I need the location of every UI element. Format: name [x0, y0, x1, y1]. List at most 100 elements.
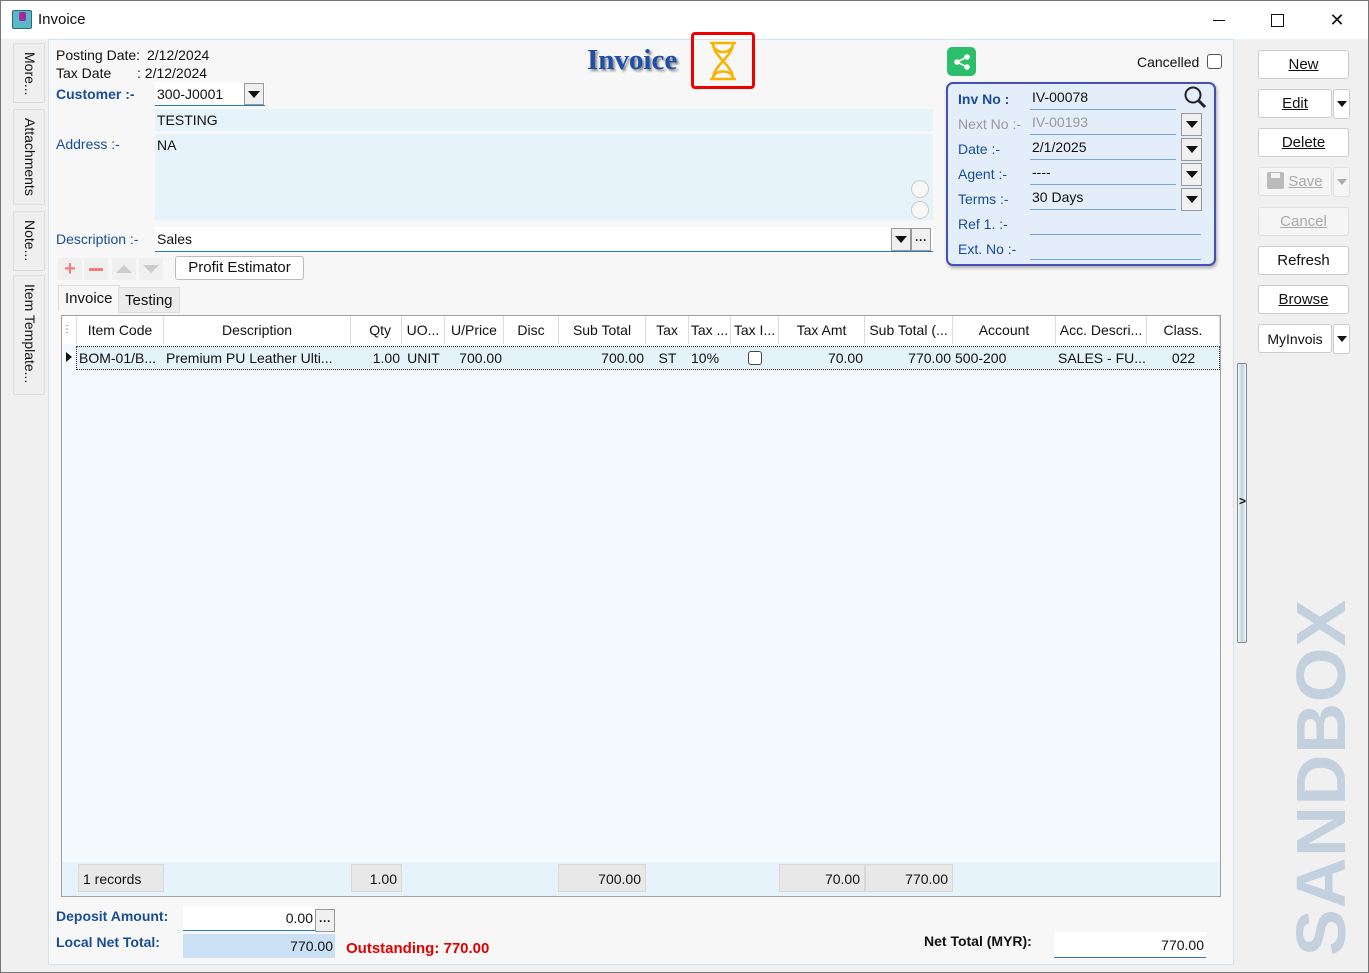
save-button[interactable]: Save — [1258, 167, 1332, 196]
customer-name-field[interactable]: TESTING — [155, 109, 933, 131]
deposit-more-button[interactable]: ··· — [315, 909, 335, 932]
share-button[interactable] — [947, 47, 976, 76]
save-dropdown-button[interactable] — [1333, 167, 1350, 197]
panel-splitter[interactable]: > — [1237, 363, 1247, 643]
deposit-amount-input[interactable]: 0.00 — [183, 906, 315, 931]
terms-input[interactable]: 30 Days — [1030, 189, 1176, 210]
refresh-button[interactable]: Refresh — [1258, 246, 1349, 275]
cell-tax[interactable]: ST — [646, 348, 689, 368]
column-chooser-icon[interactable]: ⋮⋮ — [62, 316, 77, 344]
tab-invoice[interactable]: Invoice — [58, 285, 120, 311]
agent-label: Agent :- — [958, 166, 1008, 182]
col-sub-total-tax[interactable]: Sub Total (... — [865, 316, 953, 344]
footer-tax-amt: 70.00 — [779, 864, 865, 892]
outstanding-amount: Outstanding: 770.00 — [346, 940, 490, 957]
edit-button[interactable]: Edit — [1258, 89, 1332, 118]
move-down-button[interactable] — [139, 258, 163, 280]
cell-item-code[interactable]: BOM-01/B... — [77, 348, 164, 368]
invoice-form: Posting Date: 2/12/2024 Tax Date : 2/12/… — [48, 32, 1234, 965]
col-account[interactable]: Account — [953, 316, 1056, 344]
col-tax-rate[interactable]: Tax ... — [689, 316, 731, 344]
window-title: Invoice — [38, 11, 86, 28]
col-uom[interactable]: UO... — [402, 316, 445, 344]
terms-dropdown[interactable] — [1181, 188, 1202, 211]
agent-dropdown[interactable] — [1181, 163, 1202, 186]
myinvois-dropdown-button[interactable] — [1333, 324, 1350, 354]
col-item-code[interactable]: Item Code — [77, 316, 164, 344]
cancel-button[interactable]: Cancel — [1258, 207, 1349, 236]
description-dropdown-button[interactable] — [891, 228, 911, 251]
cell-sub-total-tax[interactable]: 770.00 — [865, 348, 953, 368]
cell-account[interactable]: 500-200 — [953, 348, 1056, 368]
cell-tax-rate[interactable]: 10% — [689, 348, 731, 368]
minimize-button[interactable] — [1189, 1, 1249, 39]
search-icon[interactable] — [1183, 85, 1207, 109]
inv-no-input[interactable]: IV-00078 — [1030, 89, 1176, 110]
tax-inclusive-checkbox[interactable] — [748, 351, 762, 365]
chevron-down-icon — [1336, 101, 1347, 107]
side-tab-attachments[interactable]: Attachments — [13, 109, 45, 205]
reset-address-icon[interactable] — [911, 201, 929, 219]
move-up-button[interactable] — [112, 258, 136, 280]
myinvois-button[interactable]: MyInvois — [1258, 324, 1332, 353]
chevron-down-icon — [248, 90, 260, 98]
close-button[interactable]: ✕ — [1307, 1, 1367, 39]
inv-no-label: Inv No : — [958, 91, 1010, 107]
address-field[interactable]: NA — [155, 134, 933, 220]
customer-dropdown-button[interactable] — [244, 83, 264, 105]
agent-input[interactable]: ---- — [1030, 164, 1176, 185]
cell-sub-total[interactable]: 700.00 — [559, 348, 646, 368]
cell-tax-amt[interactable]: 70.00 — [779, 348, 865, 368]
description-more-button[interactable]: ··· — [911, 228, 931, 251]
minus-icon — [89, 267, 103, 271]
col-class[interactable]: Class. — [1147, 316, 1220, 344]
minimize-icon — [1213, 19, 1225, 21]
add-row-button[interactable]: + — [58, 258, 82, 280]
ext-no-input[interactable] — [1030, 239, 1201, 260]
browse-button[interactable]: Browse — [1258, 285, 1349, 314]
cell-acc-desc[interactable]: SALES - FU... — [1056, 348, 1147, 368]
refresh-address-icon[interactable] — [911, 180, 929, 198]
col-unit-price[interactable]: U/Price — [445, 316, 504, 344]
side-tab-item-template[interactable]: Item Template... — [13, 275, 45, 395]
cell-qty[interactable]: 1.00 — [351, 348, 402, 368]
col-disc[interactable]: Disc — [504, 316, 559, 344]
cell-uom[interactable]: UNIT — [402, 348, 445, 368]
description-input[interactable]: Sales — [155, 227, 933, 252]
remove-row-button[interactable] — [84, 258, 108, 280]
col-tax-inclusive[interactable]: Tax I... — [731, 316, 779, 344]
next-no-dropdown[interactable] — [1181, 113, 1202, 136]
cell-unit-price[interactable]: 700.00 — [445, 348, 504, 368]
local-net-total-label: Local Net Total: — [56, 934, 160, 950]
maximize-button[interactable] — [1247, 1, 1307, 39]
col-tax[interactable]: Tax — [646, 316, 689, 344]
side-tab-note[interactable]: Note... — [13, 211, 45, 271]
col-qty[interactable]: Qty — [351, 316, 402, 344]
edit-dropdown-button[interactable] — [1333, 89, 1350, 119]
cell-description[interactable]: Premium PU Leather Ulti... — [164, 348, 351, 368]
date-dropdown[interactable] — [1181, 138, 1202, 161]
col-tax-amt[interactable]: Tax Amt — [779, 316, 865, 344]
col-sub-total[interactable]: Sub Total — [559, 316, 646, 344]
tax-date-label: Tax Date — [56, 65, 112, 81]
ref1-input[interactable] — [1030, 214, 1201, 235]
invoice-window: Invoice ✕ More... Attachments Note... It… — [0, 0, 1369, 973]
new-button[interactable]: New — [1258, 50, 1349, 79]
ref1-label: Ref 1. :- — [958, 216, 1008, 232]
date-input[interactable]: 2/1/2025 — [1030, 139, 1176, 160]
title-bar: Invoice ✕ — [1, 1, 1368, 39]
col-description[interactable]: Description — [164, 316, 351, 344]
side-tab-more[interactable]: More... — [13, 43, 45, 103]
cell-disc[interactable] — [504, 348, 559, 368]
cancelled-checkbox[interactable] — [1207, 54, 1222, 69]
tab-testing[interactable]: Testing — [118, 287, 180, 313]
delete-button[interactable]: Delete — [1258, 128, 1349, 157]
profit-estimator-button[interactable]: Profit Estimator — [175, 256, 304, 280]
maximize-icon — [1270, 13, 1284, 27]
col-acc-desc[interactable]: Acc. Descri... — [1056, 316, 1147, 344]
document-title: Invoice — [587, 44, 678, 76]
cancelled-label: Cancelled — [1137, 54, 1200, 70]
next-no-label: Next No :- — [958, 116, 1022, 132]
chevron-right-icon: > — [1239, 494, 1247, 508]
cell-class[interactable]: 022 — [1147, 348, 1220, 368]
